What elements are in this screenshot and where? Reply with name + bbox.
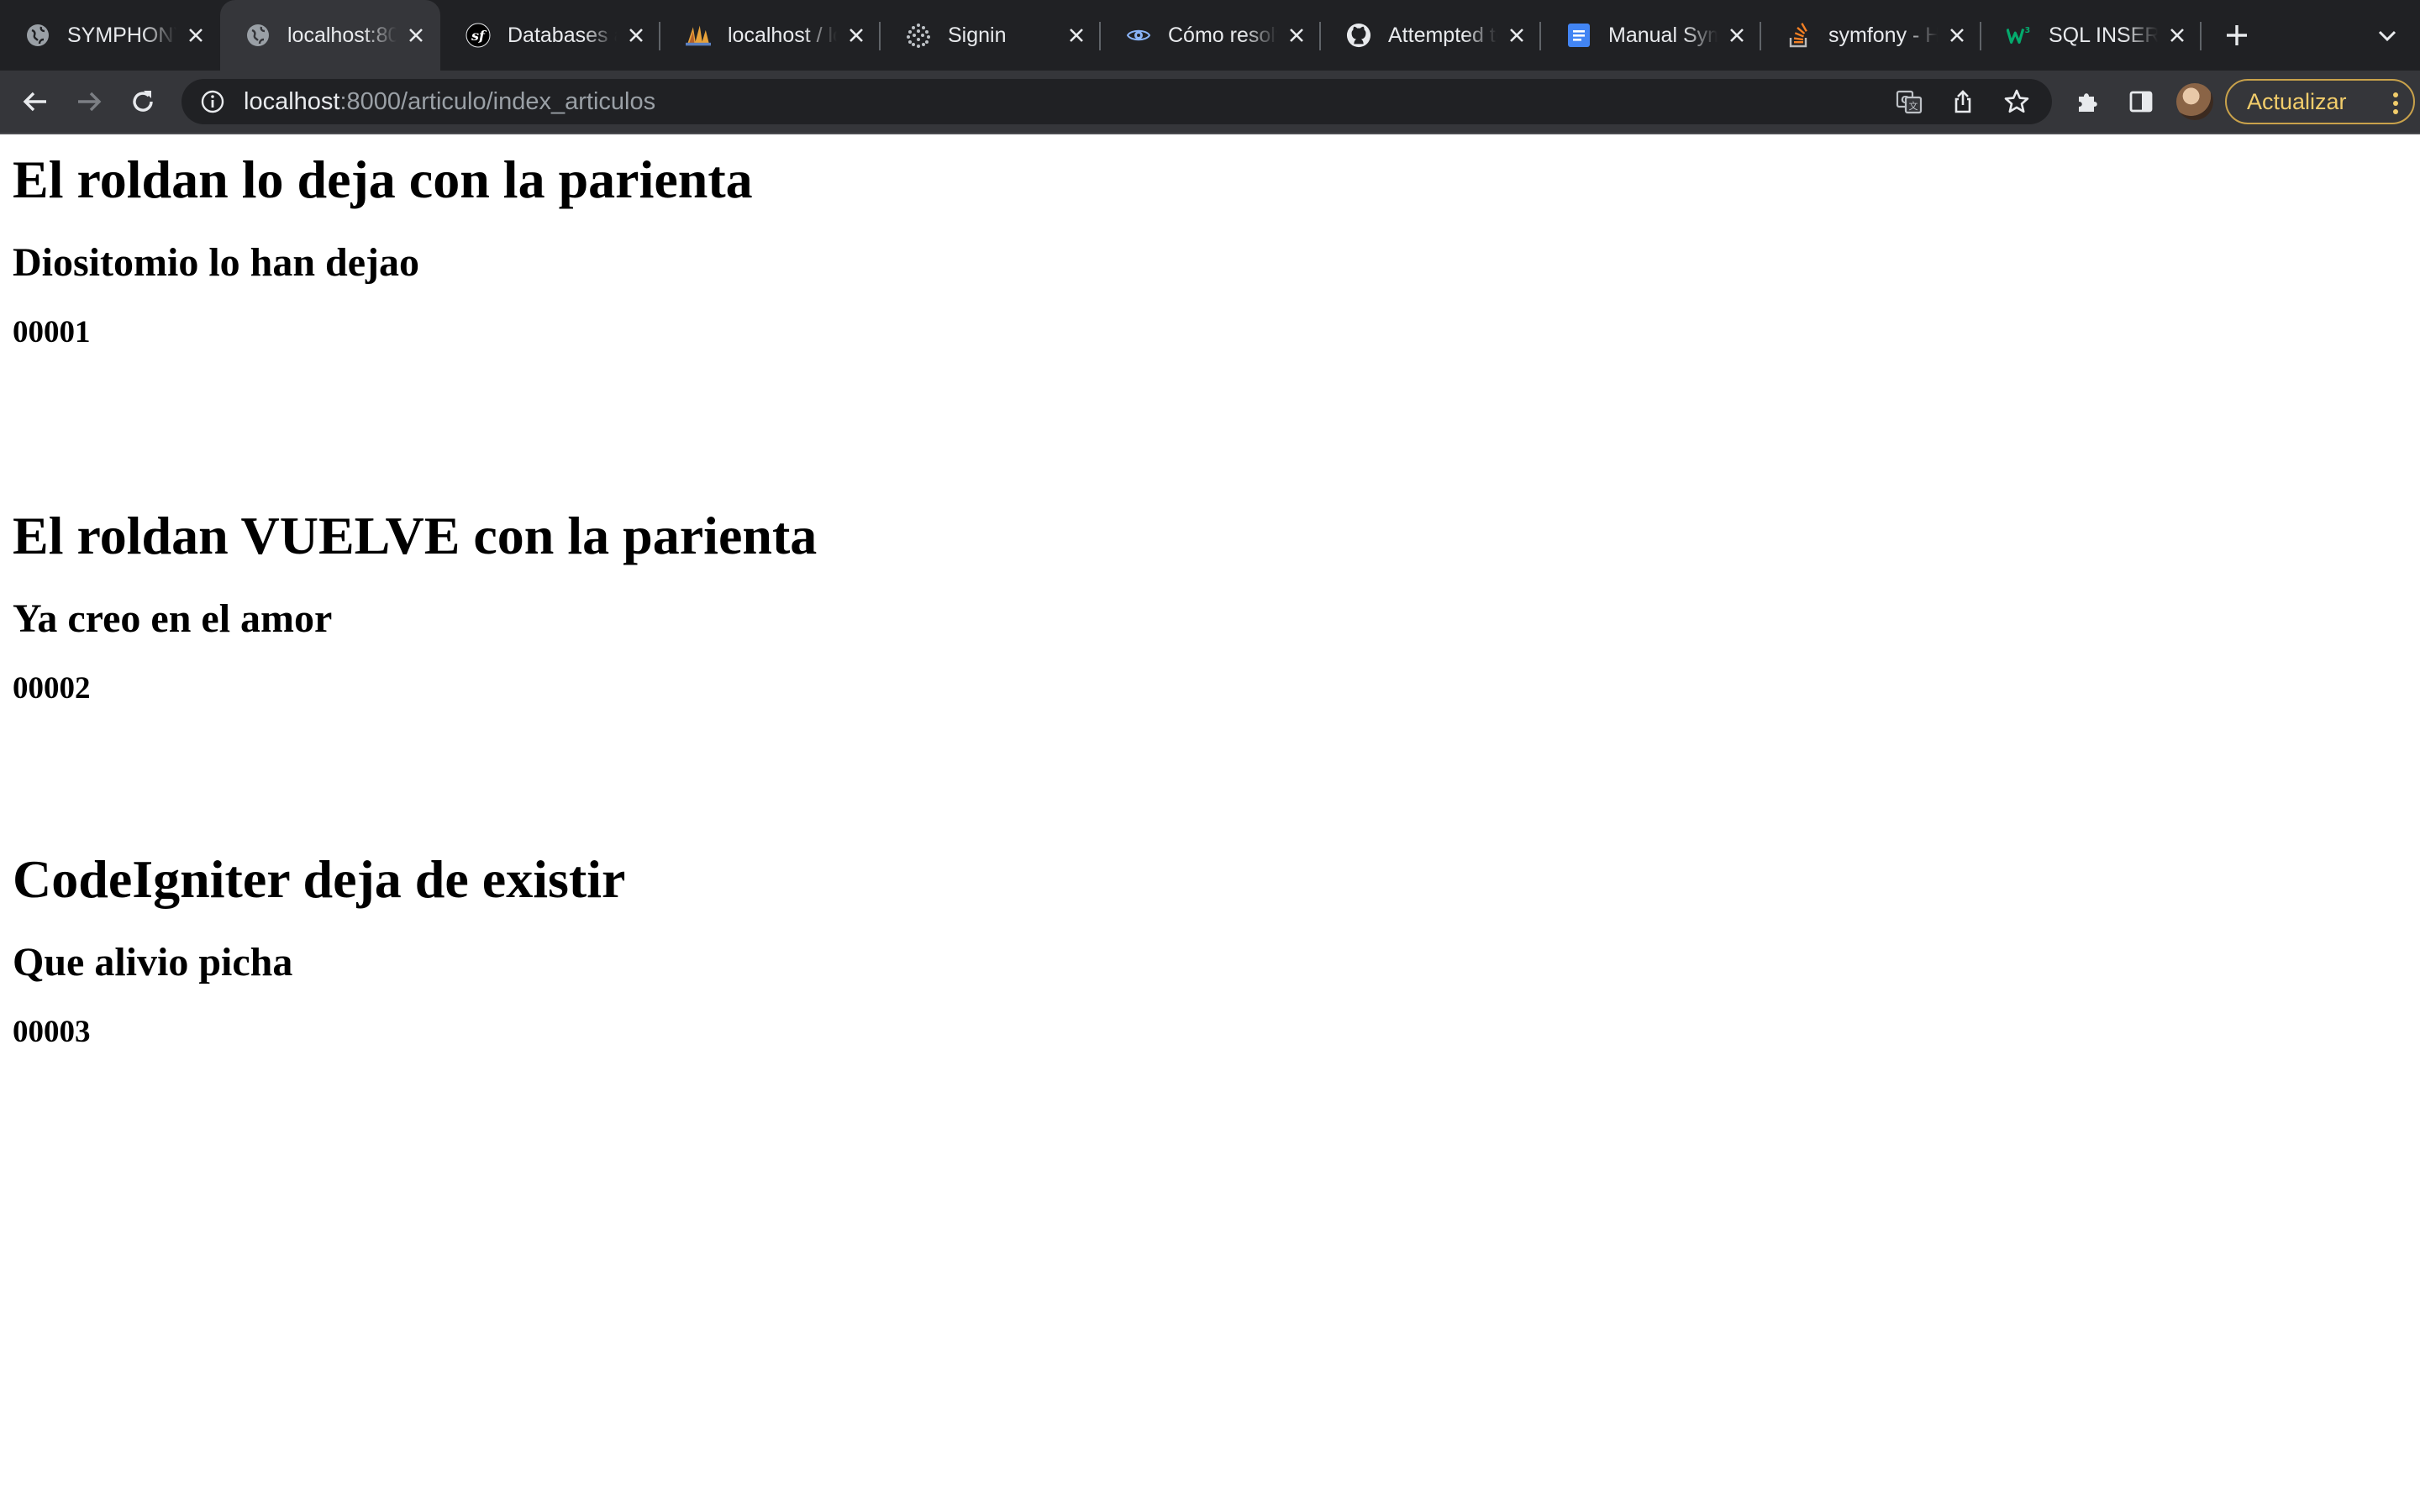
tab-title: Databases and	[508, 23, 617, 48]
github-icon	[1346, 23, 1371, 48]
tab-strip: SYMPHONY localhost:8000 sf Databases and	[0, 0, 2420, 71]
tab-title: symfony - How	[1828, 23, 1938, 48]
dots-icon	[906, 23, 931, 48]
close-icon[interactable]	[183, 23, 208, 48]
close-icon[interactable]	[1944, 23, 1970, 48]
reload-icon	[133, 91, 153, 112]
tab-title: SQL INSERT	[2049, 23, 2158, 48]
back-button[interactable]	[17, 83, 54, 120]
article-subtitle: Que alivio picha	[13, 940, 293, 985]
globe-icon	[245, 23, 271, 48]
more-vert-icon[interactable]	[2391, 91, 2400, 116]
close-icon[interactable]	[1064, 23, 1089, 48]
tab-manual-symfony[interactable]: Manual Symfony	[1541, 0, 1761, 71]
tab-separator	[2200, 22, 2202, 50]
article-item: El roldan VUELVE con la parienta Ya creo…	[13, 478, 2407, 822]
tab-search-button[interactable]	[2375, 23, 2400, 48]
article-title: El roldan lo deja con la parienta	[13, 150, 753, 209]
article-title: El roldan VUELVE con la parienta	[13, 506, 818, 565]
extensions-puzzle-icon[interactable]	[2069, 83, 2106, 120]
article-item: El roldan lo deja con la parienta Diosit…	[13, 134, 2407, 478]
tab-signin[interactable]: Signin	[881, 0, 1101, 71]
share-icon[interactable]	[1944, 83, 1981, 120]
globe-icon	[25, 23, 50, 48]
symfony-icon: sf	[466, 23, 491, 48]
url-path: :8000/articulo/index_articulos	[339, 87, 656, 115]
bookmark-star-icon[interactable]	[1998, 83, 2035, 120]
docs-icon	[1566, 23, 1591, 48]
update-button-label: Actualizar	[2247, 88, 2347, 114]
browser-chrome: SYMPHONY localhost:8000 sf Databases and	[0, 0, 2420, 134]
profile-avatar[interactable]	[2176, 83, 2213, 120]
tab-title: localhost / localhost	[728, 23, 837, 48]
arrow-right-icon	[78, 92, 102, 112]
tab-symphony[interactable]: SYMPHONY	[0, 0, 220, 71]
update-button[interactable]: Actualizar	[2225, 79, 2415, 124]
article-title: CodeIgniter deja de existir	[13, 849, 626, 909]
tab-databases[interactable]: sf Databases and	[440, 0, 660, 71]
close-icon[interactable]	[403, 23, 429, 48]
tab-title: Cómo resolver	[1168, 23, 1277, 48]
article-code: 00003	[13, 1014, 91, 1049]
article-code: 00002	[13, 670, 91, 706]
forward-button[interactable]	[71, 83, 108, 120]
tab-title: Attempted to	[1388, 23, 1497, 48]
close-icon[interactable]	[1284, 23, 1309, 48]
tab-title: Manual Symfony	[1608, 23, 1718, 48]
side-panel-icon[interactable]	[2123, 83, 2160, 120]
tab-title: Signin	[948, 23, 1057, 48]
close-icon[interactable]	[623, 23, 649, 48]
page-content: El roldan lo deja con la parienta Diosit…	[0, 134, 2420, 1165]
tab-phpmyadmin[interactable]: localhost / localhost	[660, 0, 881, 71]
w3schools-icon: 3	[2007, 23, 2032, 48]
article-code: 00001	[13, 314, 91, 349]
tab-symfony-how[interactable]: symfony - How	[1761, 0, 1981, 71]
article-item: CodeIgniter deja de existir Que alivio p…	[13, 822, 2407, 1165]
close-icon[interactable]	[1504, 23, 1529, 48]
url-host: localhost	[244, 87, 340, 115]
address-bar[interactable]: localhost:8000/articulo/index_articulos …	[182, 79, 2052, 124]
svg-text:3: 3	[2025, 26, 2031, 35]
article-subtitle: Ya creo en el amor	[13, 596, 333, 642]
tab-localhost-8000[interactable]: localhost:8000	[220, 0, 440, 71]
url-text[interactable]: localhost:8000/articulo/index_articulos	[244, 88, 655, 116]
article-subtitle: Diositomio lo han dejao	[13, 240, 420, 286]
phpmyadmin-icon	[686, 23, 711, 48]
reload-button[interactable]	[124, 83, 161, 120]
tab-sql-insert[interactable]: 3 SQL INSERT	[1981, 0, 2202, 71]
close-icon[interactable]	[1724, 23, 1749, 48]
close-icon[interactable]	[2165, 23, 2190, 48]
close-icon[interactable]	[844, 23, 869, 48]
translate-icon[interactable]: G文	[1891, 83, 1928, 120]
tab-title: SYMPHONY	[67, 23, 176, 48]
tab-title: localhost:8000	[287, 23, 397, 48]
eye-icon	[1126, 23, 1151, 48]
toolbar: localhost:8000/articulo/index_articulos …	[0, 71, 2420, 134]
info-icon[interactable]	[200, 89, 225, 114]
chevron-down-icon	[2378, 30, 2396, 42]
svg-text:文: 文	[1909, 100, 1918, 112]
plus-icon	[2227, 25, 2247, 45]
new-tab-button[interactable]	[2202, 0, 2272, 71]
stackoverflow-icon	[1786, 23, 1812, 48]
arrow-left-icon	[23, 92, 46, 112]
tab-como-resolver[interactable]: Cómo resolver	[1101, 0, 1321, 71]
tab-attempted[interactable]: Attempted to	[1321, 0, 1541, 71]
